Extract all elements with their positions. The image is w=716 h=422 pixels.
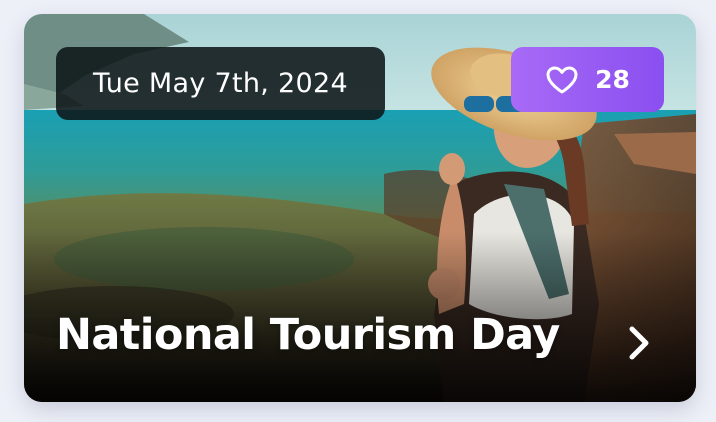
event-card[interactable]: Tue May 7th, 2024 28 National Tourism Da… (24, 14, 696, 402)
like-count: 28 (595, 65, 630, 94)
date-badge: Tue May 7th, 2024 (56, 47, 385, 120)
heart-icon (545, 65, 579, 95)
card-title: National Tourism Day (56, 310, 560, 360)
like-button[interactable]: 28 (511, 47, 664, 112)
date-text: Tue May 7th, 2024 (93, 68, 348, 99)
page: Tue May 7th, 2024 28 National Tourism Da… (0, 0, 716, 422)
chevron-right-icon[interactable] (624, 323, 654, 363)
